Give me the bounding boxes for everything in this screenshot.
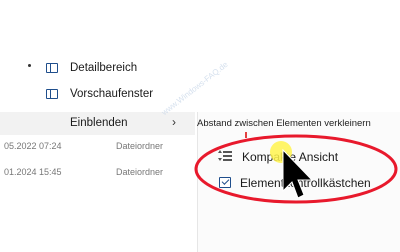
mouse-cursor-icon [282, 148, 314, 199]
annotation-overlay [194, 134, 398, 204]
